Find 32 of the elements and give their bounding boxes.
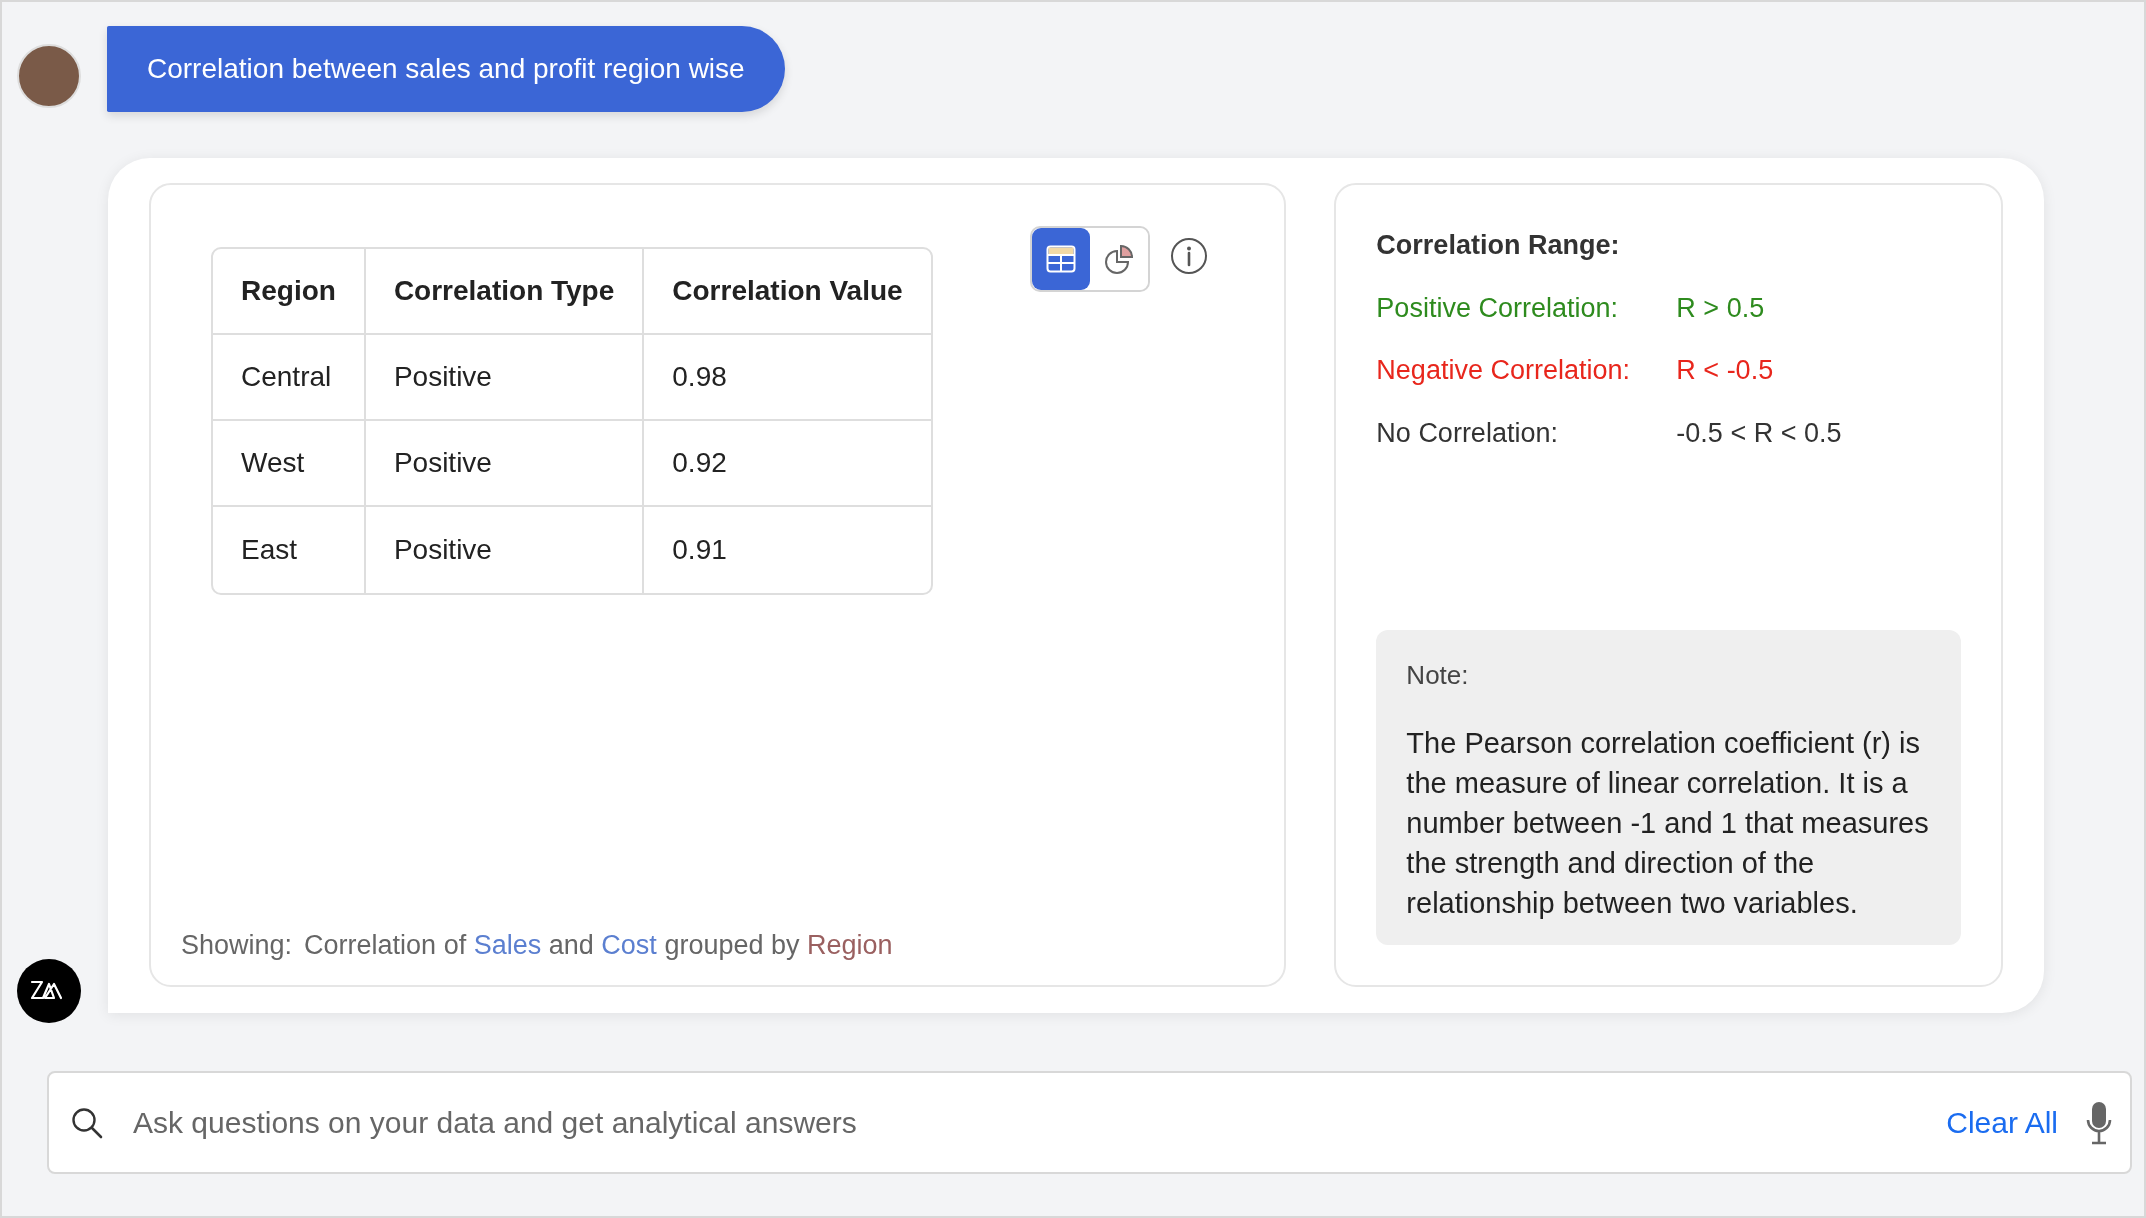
table-cell: East — [213, 507, 366, 593]
query-description: Correlation of Sales and Cost grouped by Region — [304, 928, 893, 962]
clear-all-button[interactable]: Clear All — [1946, 1100, 2058, 1145]
microphone-icon[interactable] — [2086, 1099, 2112, 1146]
showing-label: Showing: — [181, 928, 293, 962]
column-header: Region — [213, 249, 366, 335]
info-icon[interactable] — [1169, 237, 1208, 275]
column-header: Correlation Value — [644, 249, 931, 335]
chat-message: Correlation between sales and profit region wise — [107, 26, 785, 112]
table-cell: 0.98 — [644, 335, 931, 421]
range-label: No Correlation: — [1376, 416, 1559, 450]
range-value: R < -0.5 — [1676, 354, 1774, 387]
range-label: Negative Correlation: — [1376, 354, 1631, 387]
section-title: Correlation Range: — [1376, 229, 1621, 262]
column-header: Correlation Type — [365, 249, 645, 335]
range-value: R > 0.5 — [1676, 291, 1765, 325]
range-value: -0.5 < R < 0.5 — [1676, 416, 1842, 450]
table-cell-text: 0.91 — [671, 533, 728, 567]
range-label: Positive Correlation: — [1376, 291, 1619, 325]
note-title: Note: — [1406, 659, 1470, 692]
search-icon — [71, 1106, 103, 1139]
table-cell: Positive — [365, 507, 645, 593]
note-text: The Pearson correlation coefficient (r) is the measure of linear correlation. It is a number between -1 and 1 that measures the strength and direction of the relationship between two variables. — [1406, 726, 1930, 921]
table-cell: Positive — [365, 421, 645, 507]
table-view-button[interactable] — [1031, 228, 1090, 290]
table-cell: Central — [213, 335, 366, 421]
search-field[interactable]: Ask questions on your data and get analytical answers Clear All — [47, 1071, 2132, 1174]
table-cell: West — [213, 421, 366, 507]
pie-chart-icon — [1102, 243, 1135, 275]
table-cell: Positive — [365, 335, 645, 421]
table-icon — [1045, 245, 1076, 273]
table-cell: 0.92 — [644, 421, 931, 507]
